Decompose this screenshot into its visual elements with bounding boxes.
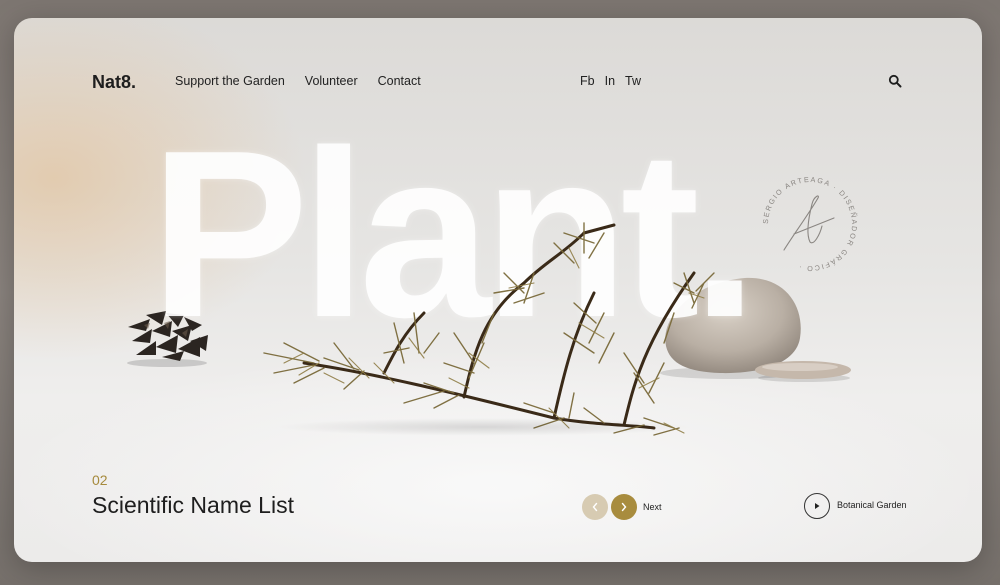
- social-links: Fb In Tw: [580, 74, 641, 88]
- play-icon: [815, 503, 820, 509]
- social-twitter-link[interactable]: Tw: [625, 74, 641, 88]
- play-button[interactable]: [804, 493, 830, 519]
- pine-branch-image: [263, 222, 715, 436]
- chevron-right-icon: [621, 502, 627, 512]
- hero-card: Nat8. Support the Garden Volunteer Conta…: [14, 18, 982, 562]
- nav-contact[interactable]: Contact: [378, 74, 421, 88]
- social-facebook-link[interactable]: Fb: [580, 74, 595, 88]
- floor-shadow: [274, 418, 694, 436]
- signature-stamp-logo: SERGIO ARTEAGA · DISEÑADOR GRÁFICO ·: [761, 175, 859, 273]
- section-number: 02: [92, 472, 108, 488]
- pebble-image: [755, 361, 851, 382]
- section-title: Scientific Name List: [92, 492, 294, 518]
- social-linkedin-link[interactable]: In: [605, 74, 615, 88]
- nav-volunteer[interactable]: Volunteer: [305, 74, 358, 88]
- svg-text:SERGIO ARTEAGA · DISEÑADOR GRÁ: SERGIO ARTEAGA · DISEÑADOR GRÁFICO ·: [761, 175, 859, 273]
- search-icon[interactable]: [888, 74, 902, 88]
- prev-button[interactable]: [582, 494, 608, 520]
- next-label[interactable]: Next: [643, 502, 662, 512]
- main-nav: Support the Garden Volunteer Contact: [175, 74, 421, 88]
- nav-support-garden[interactable]: Support the Garden: [175, 74, 285, 88]
- logo[interactable]: Nat8.: [92, 72, 136, 93]
- next-button[interactable]: [611, 494, 637, 520]
- botanical-garden-link[interactable]: Botanical Garden: [837, 500, 907, 510]
- chevron-left-icon: [592, 502, 598, 512]
